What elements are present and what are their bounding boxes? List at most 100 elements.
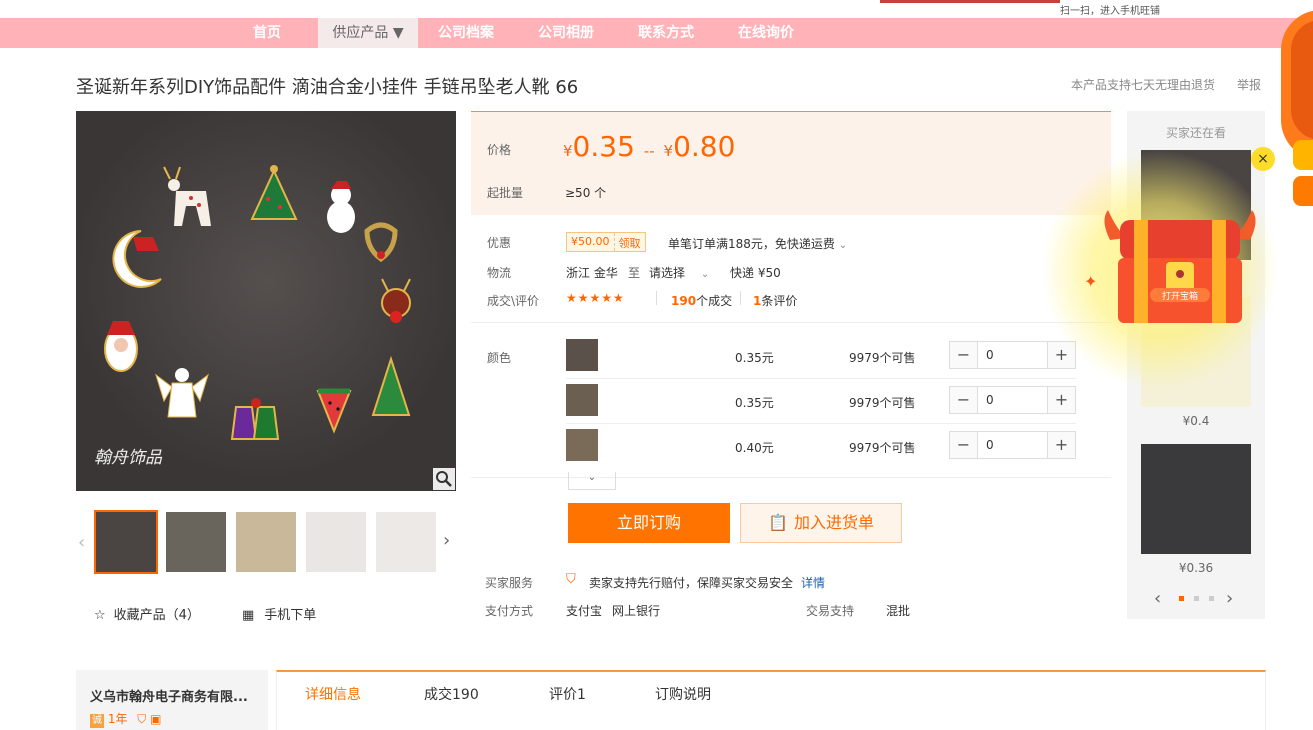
- sku-price-1: 0.35元: [735, 351, 774, 365]
- mobile-order-button[interactable]: ▦ 手机下单: [242, 604, 316, 623]
- sku-stock-3: 9979个可售: [849, 441, 916, 455]
- add-to-cart-button[interactable]: 📋 加入进货单: [740, 503, 902, 543]
- destination-select[interactable]: 请选择 ⌄: [649, 264, 709, 281]
- favorite-label: 收藏产品（4）: [113, 608, 200, 623]
- thumbnail-4[interactable]: [306, 512, 366, 572]
- sku-image-1[interactable]: [566, 339, 598, 371]
- payment-alipay: 支付宝: [566, 604, 603, 618]
- thumbnail-3[interactable]: [236, 512, 296, 572]
- trade-support-label: 交易支持: [806, 604, 855, 618]
- carousel-dot-active[interactable]: [1179, 596, 1184, 601]
- company-name[interactable]: 义乌市翰舟电子商务有限...: [90, 686, 248, 705]
- company-card: 义乌市翰舟电子商务有限... 诚 1年 ⛉ ▣: [76, 670, 268, 730]
- deals-divider-2: [740, 291, 741, 305]
- side-promo-badge[interactable]: [1281, 10, 1313, 160]
- also-viewed-price-3: ¥0.36: [1178, 561, 1214, 575]
- returns-policy: 本产品支持七天无理由退货: [1071, 78, 1216, 92]
- plus-icon[interactable]: +: [1048, 432, 1075, 458]
- chevron-down-icon: ⌄: [838, 240, 848, 251]
- buy-now-button[interactable]: 立即订购: [568, 503, 730, 543]
- coupon-claim[interactable]: 领取: [613, 233, 645, 251]
- section-divider: [471, 322, 1111, 323]
- thumbnail-5[interactable]: [376, 512, 436, 572]
- watermark-text: 翰舟饰品: [94, 448, 163, 468]
- favorite-button[interactable]: ☆ 收藏产品（4）: [94, 604, 200, 623]
- quantity-input-2[interactable]: 0: [977, 387, 1048, 413]
- nav-inquiry[interactable]: 在线询价: [716, 18, 816, 48]
- carousel-dot[interactable]: [1194, 596, 1199, 601]
- trade-support-value: 混批: [886, 604, 911, 618]
- sku-stock-1: 9979个可售: [849, 351, 916, 365]
- minus-icon[interactable]: −: [950, 432, 977, 458]
- moq-label: 起批量: [487, 186, 524, 200]
- also-viewed-price-2: ¥0.4: [1182, 414, 1210, 428]
- company-years: 诚 1年 ⛉ ▣: [90, 712, 162, 728]
- charms-illustration: 翰舟饰品: [94, 165, 411, 468]
- nav-home[interactable]: 首页: [217, 18, 317, 48]
- certificate-icon: ▣: [150, 712, 162, 726]
- mobile-order-label: 手机下单: [264, 608, 317, 623]
- deals-divider: [656, 291, 657, 305]
- main-nav: 首页 供应产品 ▼ 公司档案 公司相册 联系方式 在线询价: [0, 18, 1313, 48]
- main-product-image[interactable]: 翰舟饰品: [76, 111, 456, 491]
- quantity-stepper-3[interactable]: − 0 +: [949, 431, 1076, 459]
- qr-code-icon: ▦: [242, 608, 255, 623]
- deals-label: 成交\评价: [487, 294, 540, 308]
- sku-image-3[interactable]: [566, 429, 598, 461]
- gift-icon[interactable]: [1293, 176, 1313, 206]
- service-label: 买家服务: [485, 576, 534, 590]
- report-link[interactable]: 举报: [1237, 76, 1261, 93]
- payment-label: 支付方式: [485, 604, 534, 618]
- mobile-shop-hint[interactable]: 扫一扫，进入手机旺铺: [1060, 2, 1160, 17]
- sparkle-icon: ✦: [1084, 272, 1098, 291]
- quantity-stepper-2[interactable]: − 0 +: [949, 386, 1076, 414]
- service-text: 卖家支持先行赔付，保障买家交易安全: [589, 576, 794, 590]
- thumbs-next-icon[interactable]: ›: [443, 530, 450, 551]
- chevron-down-icon: ⌄: [700, 269, 710, 280]
- close-icon[interactable]: ×: [1251, 147, 1275, 171]
- tab-details[interactable]: 详细信息: [305, 684, 361, 704]
- thumbs-prev-icon[interactable]: ‹: [78, 532, 85, 553]
- clipboard-icon: 📋: [768, 513, 788, 532]
- sidebar-prev-icon[interactable]: ‹: [1154, 588, 1161, 609]
- nav-album[interactable]: 公司相册: [516, 18, 616, 48]
- tab-order-notes[interactable]: 订购说明: [655, 684, 711, 704]
- top-accent-line: [880, 0, 1060, 3]
- carousel-dot[interactable]: [1209, 596, 1214, 601]
- sku-divider: [566, 378, 1076, 379]
- tab-reviews[interactable]: 评价1: [549, 684, 586, 704]
- top-strip: 扫一扫，进入手机旺铺: [0, 0, 1313, 18]
- sku-image-2[interactable]: [566, 384, 598, 416]
- promo-text[interactable]: 单笔订单满188元，免快递运费 ⌄: [668, 235, 847, 252]
- minus-icon[interactable]: −: [950, 387, 977, 413]
- quantity-input-1[interactable]: 0: [977, 342, 1048, 368]
- location-icon[interactable]: [1293, 140, 1313, 170]
- shipping-fee: 快递 ¥50: [730, 266, 781, 280]
- quantity-input-3[interactable]: 0: [977, 432, 1048, 458]
- treasure-chest-icon[interactable]: 打开宝箱: [1100, 210, 1260, 333]
- logistics-origin: 浙江 金华: [566, 266, 618, 280]
- nav-contact[interactable]: 联系方式: [616, 18, 716, 48]
- expand-skus-chevron-icon[interactable]: ⌄: [568, 472, 616, 490]
- also-viewed-image-3[interactable]: [1141, 444, 1251, 554]
- sku-price-3: 0.40元: [735, 441, 774, 455]
- nav-profile[interactable]: 公司档案: [416, 18, 516, 48]
- trust-badge-icon: 诚: [90, 714, 104, 728]
- zoom-icon[interactable]: [433, 468, 455, 490]
- quantity-stepper-1[interactable]: − 0 +: [949, 341, 1076, 369]
- rating-stars: ★★★★★: [566, 291, 625, 305]
- sidebar-next-icon[interactable]: ›: [1226, 588, 1233, 609]
- offers-label: 优惠: [487, 236, 512, 250]
- review-count[interactable]: 1条评价: [753, 292, 797, 309]
- deal-count[interactable]: 190个成交: [671, 292, 732, 309]
- service-details-link[interactable]: 详情: [801, 574, 825, 591]
- nav-products[interactable]: 供应产品 ▼: [318, 18, 418, 48]
- thumbnail-2[interactable]: [166, 512, 226, 572]
- plus-icon[interactable]: +: [1048, 387, 1075, 413]
- shield-icon: ⛉: [137, 712, 147, 726]
- moq-value: ≥50 个: [565, 186, 607, 200]
- coupon-badge[interactable]: ¥50.00 领取: [566, 232, 646, 252]
- thumbnail-1[interactable]: [94, 510, 158, 574]
- tab-deals[interactable]: 成交190: [424, 684, 479, 704]
- minus-icon[interactable]: −: [950, 342, 977, 368]
